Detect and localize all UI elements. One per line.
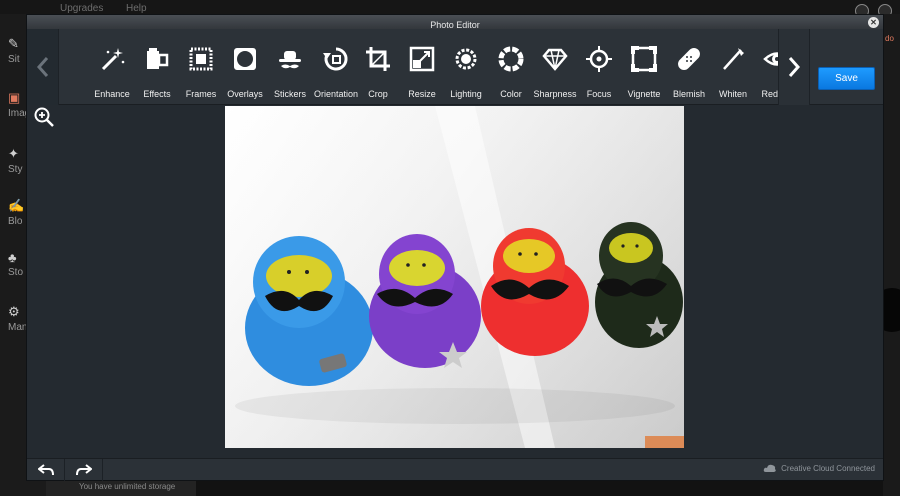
resize-icon	[409, 46, 435, 72]
creative-cloud-icon	[763, 464, 776, 472]
tool-list: Enhance Effects Frames Overlays Stickers…	[63, 29, 793, 105]
storage-text: You have unlimited storage	[79, 482, 176, 491]
help-link[interactable]: Help	[126, 3, 147, 14]
creative-cloud-status: Creative Cloud Connected	[763, 464, 875, 473]
upgrades-link[interactable]: Upgrades	[60, 3, 103, 14]
editor-title-bar: Photo Editor ✕	[27, 15, 883, 30]
zoom-in-icon[interactable]	[33, 106, 55, 128]
tools-prev-button[interactable]	[27, 29, 59, 105]
color-icon	[498, 46, 524, 72]
tool-bar: Enhance Effects Frames Overlays Stickers…	[27, 29, 883, 105]
cc-status-text: Creative Cloud Connected	[781, 464, 875, 473]
redo-button[interactable]	[65, 459, 103, 481]
close-icon: ✕	[870, 18, 877, 27]
rubber-ducks-photo	[225, 106, 684, 448]
overlays-icon	[234, 48, 256, 70]
lighting-icon	[455, 48, 477, 70]
undo-button[interactable]	[27, 459, 65, 481]
stickers-icon	[279, 51, 301, 69]
background-top-bar: Upgrades Help	[0, 0, 900, 18]
close-button[interactable]: ✕	[868, 17, 879, 28]
save-button[interactable]: Save	[818, 67, 875, 90]
background-right-panel: do	[883, 14, 900, 496]
crop-icon	[366, 47, 390, 71]
whiten-icon	[723, 48, 744, 70]
canvas-area	[27, 106, 883, 458]
orientation-icon	[323, 47, 348, 71]
blemish-icon	[678, 48, 700, 70]
frames-icon	[189, 47, 213, 71]
editor-bottom-bar: Creative Cloud Connected	[27, 458, 883, 481]
sharpness-icon	[542, 48, 568, 71]
redo-icon	[75, 464, 92, 476]
undo-icon	[37, 464, 54, 476]
focus-icon	[586, 46, 612, 72]
vignette-icon	[631, 46, 657, 72]
tools-next-button[interactable]	[778, 29, 810, 105]
photo-editor-modal: Photo Editor ✕ Enhance Effects Frames Ov…	[26, 14, 884, 481]
chevron-left-icon	[36, 57, 48, 77]
background-undo-label[interactable]: do	[885, 34, 894, 43]
effects-icon	[147, 48, 169, 69]
magic-wand-icon	[101, 48, 125, 71]
photo-canvas[interactable]	[225, 106, 684, 448]
chevron-right-icon	[788, 57, 801, 77]
